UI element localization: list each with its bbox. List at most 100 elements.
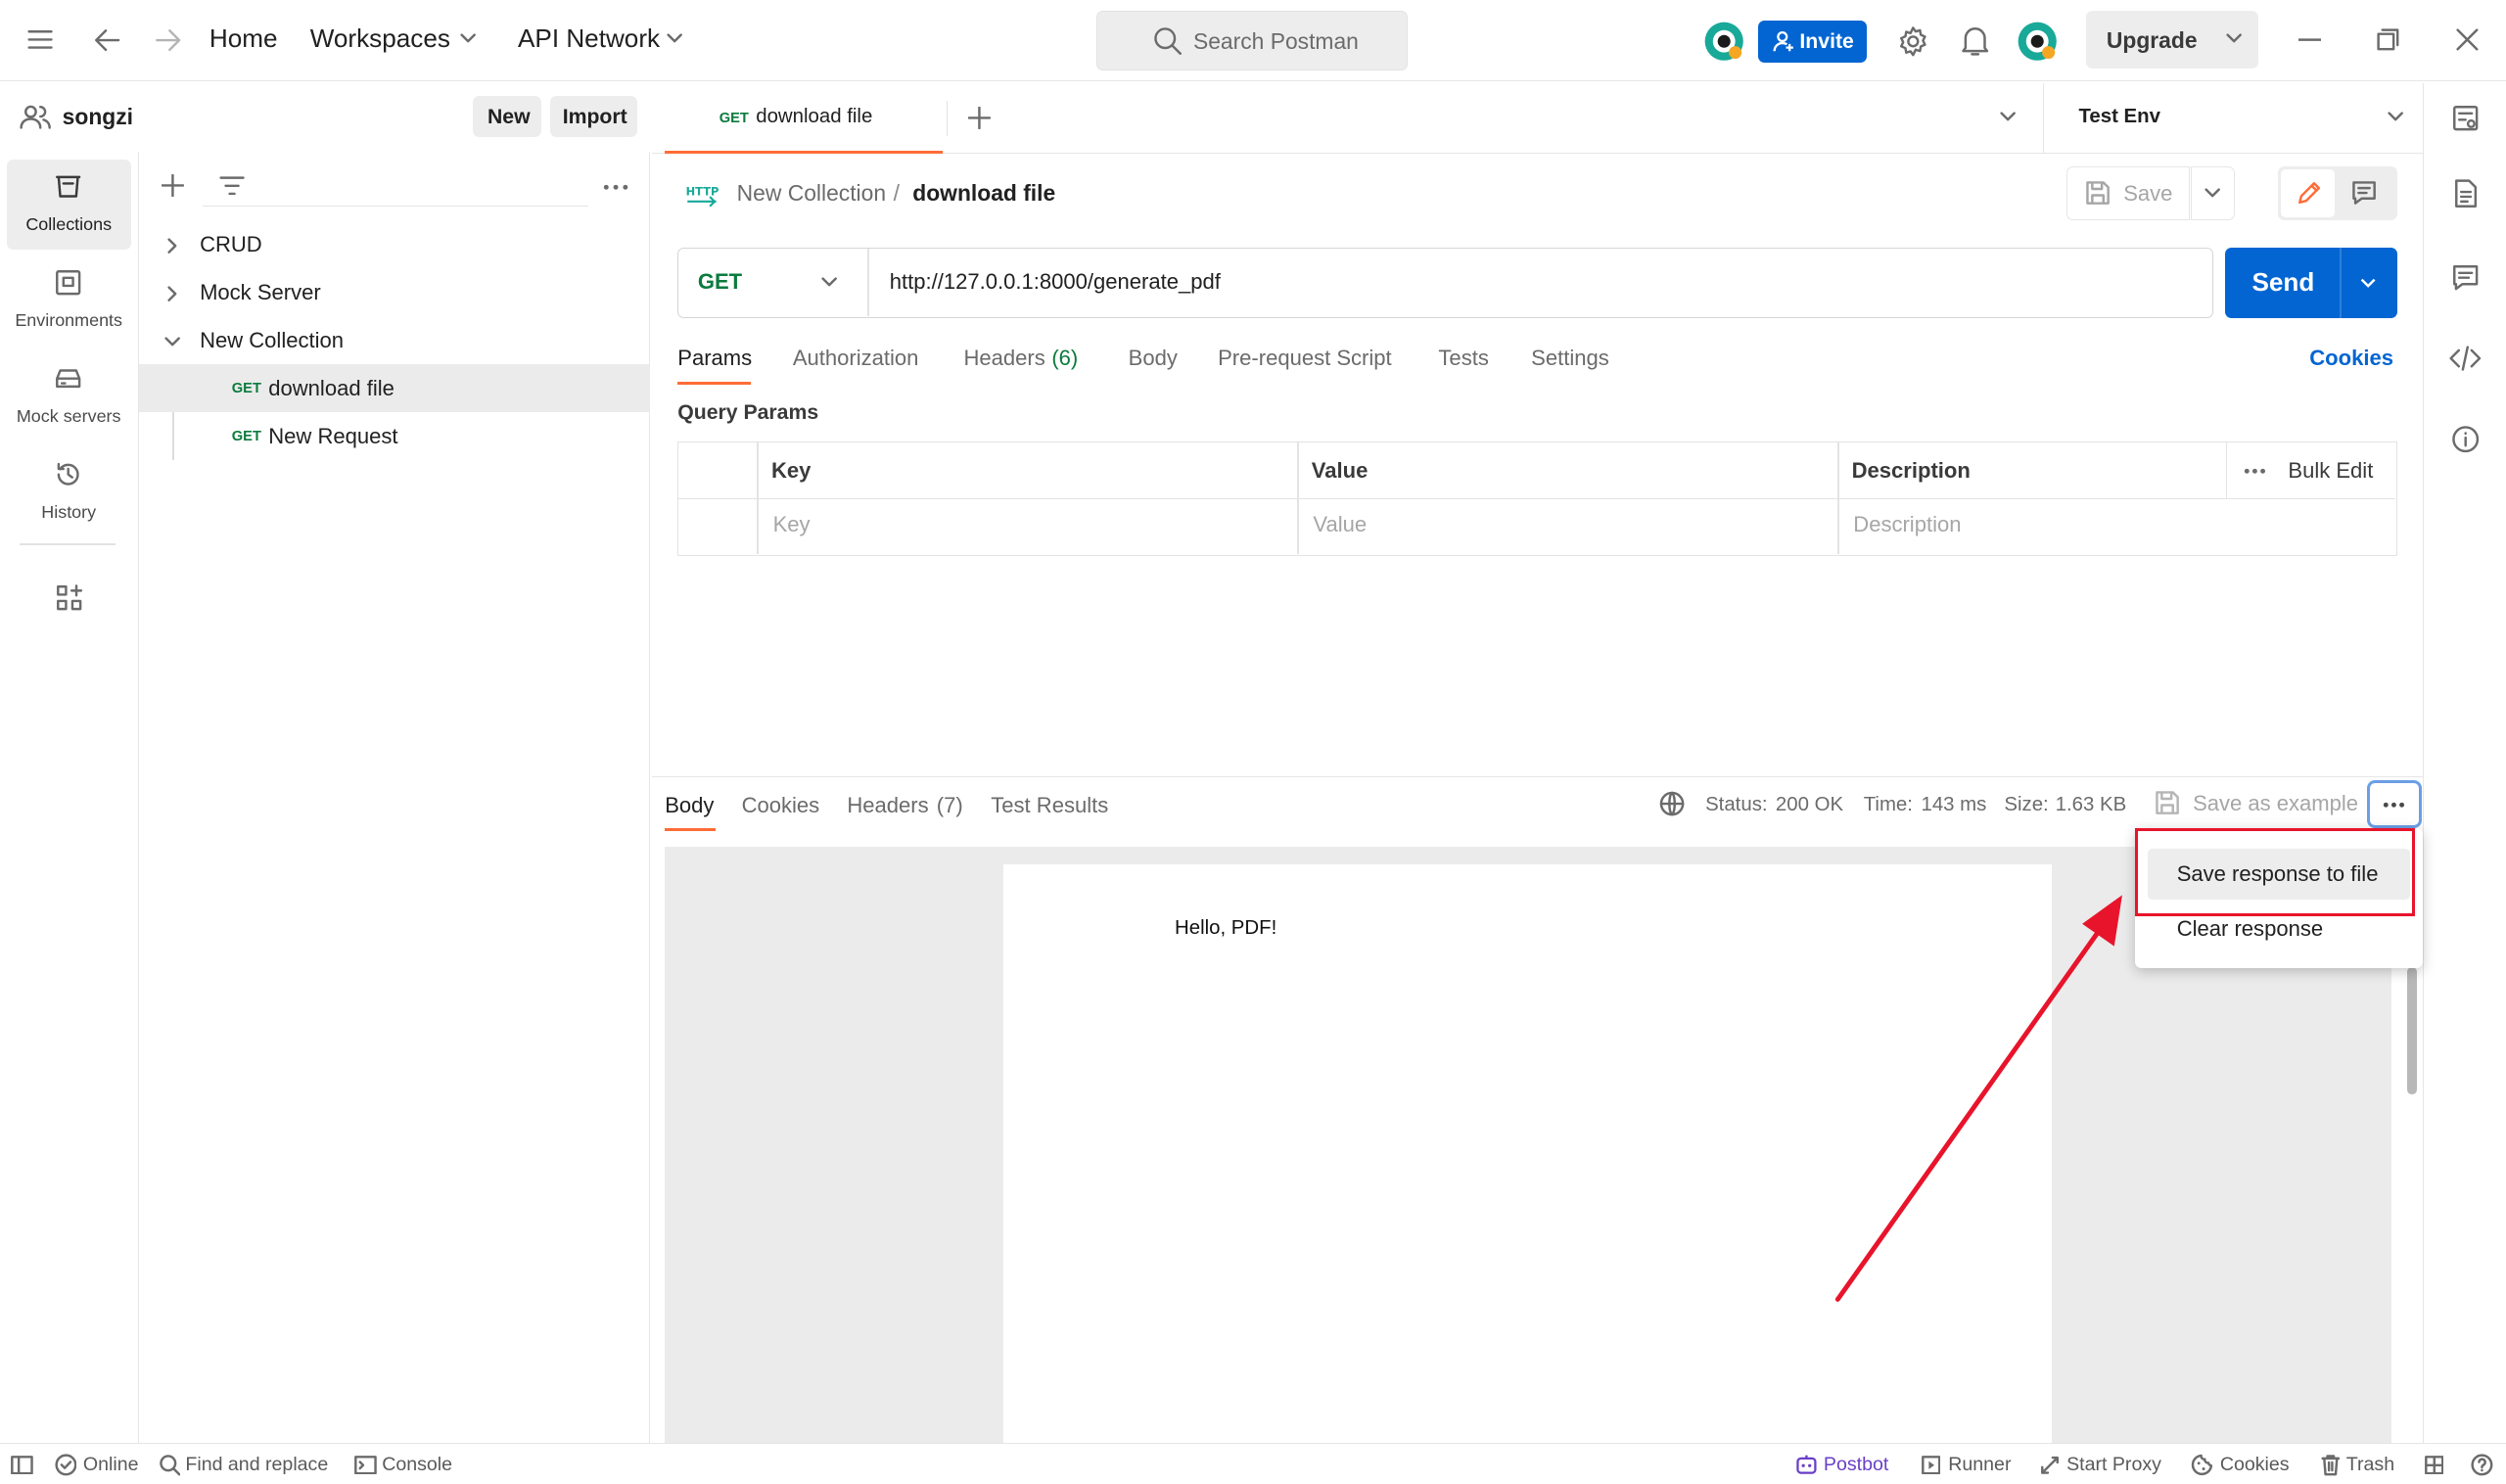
response-tab-body[interactable]: Body [665,793,714,818]
svg-text:HTTP: HTTP [685,184,719,198]
workspace-name[interactable]: songzi [63,104,133,130]
info-icon[interactable] [2451,425,2480,453]
sidebar-search-input[interactable] [203,164,588,207]
settings-gear-icon[interactable] [1897,25,1929,58]
rail-collections[interactable]: Collections [6,160,131,250]
cookies-button[interactable]: Cookies [2220,1454,2290,1476]
query-params-title: Query Params [677,400,819,424]
comments-icon[interactable] [2451,263,2480,292]
rail-history[interactable]: History [7,447,131,536]
console-button[interactable]: Console [382,1454,452,1476]
time-value[interactable]: 143 ms [1922,794,1987,816]
tab-list-chevron-icon[interactable] [1999,112,2016,122]
request-tab-download-file[interactable]: GET download file [665,83,944,154]
add-collection-icon[interactable] [161,173,184,197]
tree-item-new-collection[interactable]: New Collection [139,316,650,364]
response-tab-cookies[interactable]: Cookies [742,793,820,818]
tree-item-mock-server[interactable]: Mock Server [139,268,650,316]
import-button[interactable]: Import [549,95,638,138]
upgrade-button[interactable]: Upgrade [2085,11,2258,70]
toggle-sidebar-icon[interactable] [11,1455,34,1475]
more-options-icon[interactable] [603,184,628,191]
tab-settings[interactable]: Settings [1531,346,1609,371]
tab-headers[interactable]: Headers [964,346,1045,371]
network-globe-icon[interactable] [1659,791,1685,816]
param-description-input[interactable]: Description [1853,512,1961,537]
send-label: Send [2251,266,2315,297]
tab-body[interactable]: Body [1129,346,1178,371]
tree-request-download-file[interactable]: GET download file [139,364,651,413]
postbot-button[interactable]: Postbot [1824,1454,1888,1476]
help-icon[interactable] [2471,1454,2493,1476]
rail-mock-servers[interactable]: Mock servers [7,351,131,441]
url-bar: GET http://127.0.0.1:8000/generate_pdf [677,248,2214,318]
annotation-arrow [1835,895,2123,1302]
breadcrumb-request[interactable]: download file [912,180,1055,207]
tab-tests[interactable]: Tests [1438,346,1488,371]
forward-arrow-icon[interactable] [154,27,182,53]
two-pane-layout-icon[interactable] [2424,1455,2444,1475]
tab-authorization[interactable]: Authorization [793,346,919,371]
start-proxy-button[interactable]: Start Proxy [2066,1454,2161,1476]
cookies-link[interactable]: Cookies [2309,346,2393,371]
search-bar[interactable]: Search Postman [1096,11,1409,70]
response-tab-headers[interactable]: Headers [847,793,928,818]
param-value-input[interactable]: Value [1313,512,1367,537]
user-avatar[interactable] [2017,21,2058,62]
trash-button[interactable]: Trash [2346,1454,2394,1476]
tree-item-crud[interactable]: CRUD [139,220,650,268]
tree-item-label: CRUD [200,231,262,256]
workspaces-menu[interactable]: Workspaces [310,23,450,54]
size-value[interactable]: 1.63 KB [2056,794,2127,816]
param-key-input[interactable]: Key [773,512,811,537]
bulk-edit-button[interactable]: Bulk Edit [2288,458,2373,484]
edit-mode-button[interactable] [2280,169,2336,218]
viewer-scrollbar[interactable] [2406,966,2417,1095]
close-window-icon[interactable] [2456,28,2479,51]
sync-avatar-icon[interactable] [1703,21,1744,62]
hamburger-menu-icon[interactable] [27,28,53,51]
save-button[interactable]: Save [2066,165,2190,221]
save-options-button[interactable] [2191,165,2235,221]
response-tab-test-results[interactable]: Test Results [991,793,1108,818]
save-as-example-button[interactable]: Save as example [2193,791,2358,816]
notifications-bell-icon[interactable] [1961,25,1989,58]
documentation-icon[interactable] [2453,179,2479,208]
new-tab-plus-icon[interactable] [968,107,992,130]
chevron-down-icon[interactable] [2226,33,2243,44]
send-button[interactable]: Send [2224,248,2398,318]
environment-selector[interactable]: Test Env [2042,82,2424,154]
environment-quick-look-icon[interactable] [2451,104,2480,132]
tree-request-new-request[interactable]: GET New Request [139,412,650,460]
configure-sidebar-icon[interactable] [55,583,83,612]
restore-window-icon[interactable] [2377,28,2399,51]
rail-environments-label: Environments [15,309,123,330]
right-context-rail [2423,82,2506,1444]
runner-button[interactable]: Runner [1948,1454,2011,1476]
breadcrumb-collection[interactable]: New Collection [737,180,886,207]
status-value[interactable]: 200 OK [1776,794,1843,816]
column-divider [757,441,759,554]
chevron-down-icon [820,277,837,288]
rail-collections-label: Collections [25,213,113,234]
url-input[interactable]: http://127.0.0.1:8000/generate_pdf [890,269,1221,295]
comment-icon[interactable] [2351,180,2377,206]
api-network-menu[interactable]: API Network [518,23,660,54]
rail-environments[interactable]: Environments [7,255,131,345]
online-status[interactable]: Online [83,1454,139,1476]
method-select[interactable]: GET [678,249,867,316]
find-search-icon [159,1454,181,1476]
home-link[interactable]: Home [209,23,278,54]
new-button[interactable]: New [473,95,542,138]
send-options-chevron-icon[interactable] [2360,278,2377,289]
code-snippet-icon[interactable] [2449,346,2482,371]
minimize-window-icon[interactable] [2297,38,2321,42]
more-options-icon [2383,802,2405,809]
tab-params[interactable]: Params [677,346,752,371]
more-options-icon[interactable] [2244,468,2266,475]
back-arrow-icon[interactable] [93,27,121,53]
invite-button[interactable]: Invite [1757,21,1867,63]
tab-pre-request-script[interactable]: Pre-request Script [1218,346,1392,371]
find-and-replace-button[interactable]: Find and replace [185,1454,328,1476]
response-more-options-button[interactable] [2367,779,2422,828]
